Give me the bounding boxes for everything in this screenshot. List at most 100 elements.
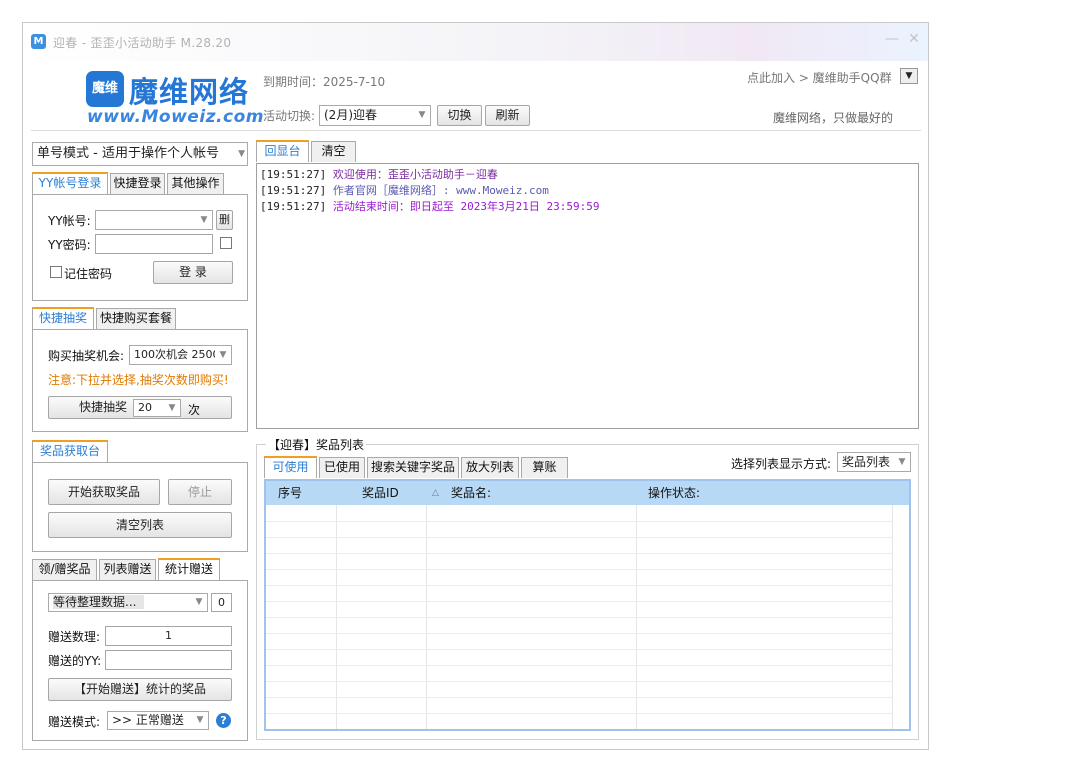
start-fetch-button[interactable]: 开始获取奖品: [48, 479, 160, 505]
close-button[interactable]: ✕: [905, 30, 923, 48]
table-row: [266, 601, 909, 602]
login-button[interactable]: 登 录: [153, 261, 233, 284]
tab-other-ops[interactable]: 其他操作: [167, 173, 224, 194]
tab-stat-gift[interactable]: 统计赠送: [158, 558, 220, 580]
chevron-down-icon: ▼: [196, 211, 212, 229]
gift-tabbar: 领/赠奖品 列表赠送 统计赠送: [32, 558, 248, 580]
wait-data-value: 等待整理数据...: [53, 595, 145, 609]
logo-text: 魔维网络: [129, 75, 250, 109]
delete-account-button[interactable]: 删: [216, 210, 233, 230]
gift-mode-select[interactable]: >> 正常赠送 ▼: [107, 711, 209, 730]
log-time: [19:51:27]: [260, 184, 327, 197]
table-row: [266, 617, 909, 618]
log-message: 活动结束时间：即日起至 2023年3月21日 23:59:59: [332, 200, 600, 213]
table-scrollbar[interactable]: [892, 505, 909, 729]
tab-enlarge-list[interactable]: 放大列表: [461, 457, 519, 478]
column-status[interactable]: 操作状态:: [648, 481, 700, 505]
tab-list-gift[interactable]: 列表赠送: [99, 559, 156, 580]
chevron-down-icon: ▼: [191, 594, 207, 611]
table-row: [266, 697, 909, 698]
console-output[interactable]: [19:51:27] 欢迎使用：歪歪小活动助手－迎春 [19:51:27] 作者…: [256, 163, 919, 429]
buy-chance-select[interactable]: 100次机会 2500 ▼: [129, 345, 232, 365]
chevron-down-icon: ▼: [238, 149, 245, 159]
table-row: [266, 553, 909, 554]
draw-count-select[interactable]: 20 ▼: [133, 399, 181, 417]
chevron-down-icon: ▼: [215, 346, 231, 364]
clear-list-button[interactable]: 清空列表: [48, 512, 232, 538]
title-bar[interactable]: M 迎春 - 歪歪小活动助手 M.28.20 — ✕: [23, 23, 928, 61]
column-prize-id[interactable]: 奖品ID: [362, 481, 399, 505]
tab-yy-login[interactable]: YY帐号登录: [32, 172, 108, 194]
tab-used[interactable]: 已使用: [319, 457, 365, 478]
tab-receive-gift[interactable]: 领/赠奖品: [32, 559, 97, 580]
gift-quantity-input[interactable]: 1: [105, 626, 232, 646]
account-input[interactable]: ▼: [95, 210, 213, 230]
refresh-button[interactable]: 刷新: [485, 105, 530, 126]
table-row: [266, 713, 909, 714]
display-mode-select[interactable]: 奖品列表 ▼: [837, 452, 911, 472]
password-input[interactable]: [95, 234, 213, 254]
remember-password-checkbox[interactable]: [50, 266, 62, 278]
display-mode-label: 选择列表显示方式:: [731, 457, 832, 471]
gift-yy-label: 赠送的YY:: [48, 654, 102, 668]
sort-icon: △: [432, 488, 439, 498]
draw-tabbar: 快捷抽奖 快捷购买套餐: [32, 307, 248, 329]
tab-accounting[interactable]: 算账: [521, 457, 568, 478]
password-label: YY密码:: [48, 238, 91, 252]
show-password-checkbox[interactable]: [220, 237, 232, 249]
log-time: [19:51:27]: [260, 168, 327, 181]
tab-usable[interactable]: 可使用: [264, 456, 317, 478]
stop-button[interactable]: 停止: [168, 479, 232, 505]
start-gift-button[interactable]: 【开始赠送】统计的奖品: [48, 678, 232, 701]
tab-prize-fetch[interactable]: 奖品获取台: [32, 440, 108, 462]
gift-mode-label: 赠送模式:: [48, 715, 101, 729]
wait-count: 0: [211, 593, 232, 612]
mode-select[interactable]: 单号模式 - 适用于操作个人帐号 ▼: [32, 142, 248, 166]
display-mode-value: 奖品列表: [842, 455, 891, 469]
log-line: [19:51:27] 欢迎使用：歪歪小活动助手－迎春: [260, 167, 915, 183]
activity-switch-label: 活动切换:: [263, 109, 316, 123]
gift-yy-input[interactable]: [105, 650, 232, 670]
tab-quick-buy[interactable]: 快捷购买套餐: [96, 308, 176, 329]
table-row: [266, 633, 909, 634]
tab-quick-login[interactable]: 快捷登录: [110, 173, 165, 194]
table-row: [266, 569, 909, 570]
gift-panel: 等待整理数据... ▼ 0 赠送数理: 1 赠送的YY: 【开始赠送】统计的奖品…: [32, 580, 248, 741]
tab-search-keyword[interactable]: 搜索关键字奖品: [367, 457, 459, 478]
help-icon[interactable]: ?: [216, 713, 231, 728]
draw-count-value: 20: [138, 401, 152, 414]
chevron-down-icon: ▼: [894, 453, 910, 471]
mode-select-value: 单号模式 - 适用于操作个人帐号: [37, 146, 219, 161]
gift-mode-value: >> 正常赠送: [112, 713, 184, 727]
window-title: 迎春 - 歪歪小活动助手 M.28.20: [53, 36, 232, 50]
logo-icon: 魔维: [86, 71, 124, 107]
prize-table[interactable]: 序号 奖品ID △ 奖品名: 操作状态:: [264, 479, 911, 731]
activity-select[interactable]: (2月)迎春 ▼: [319, 105, 431, 126]
app-icon: M: [31, 34, 46, 49]
log-line: [19:51:27] 活动结束时间：即日起至 2023年3月21日 23:59:…: [260, 199, 915, 215]
column-prize-name[interactable]: 奖品名:: [451, 481, 491, 505]
table-row: [266, 521, 909, 522]
tab-console[interactable]: 回显台: [256, 140, 309, 162]
tab-clear-console[interactable]: 清空: [311, 141, 356, 162]
console-tabbar: 回显台 清空: [256, 140, 556, 162]
qq-group-link[interactable]: 点此加入 > 魔维助手QQ群: [747, 69, 892, 86]
activity-select-value: (2月)迎春: [324, 108, 377, 122]
prize-fetch-panel: 开始获取奖品 停止 清空列表: [32, 462, 248, 552]
logo-url[interactable]: www.Moweiz.com: [87, 107, 264, 127]
tab-quick-draw[interactable]: 快捷抽奖: [32, 307, 94, 329]
minimize-button[interactable]: —: [883, 30, 901, 48]
buy-chance-value: 100次机会 2500: [134, 348, 220, 361]
log-line: [19:51:27] 作者官网［魔维网络］: www.Moweiz.com: [260, 183, 915, 199]
qq-dropdown-button[interactable]: ▼: [900, 68, 918, 84]
table-row: [266, 665, 909, 666]
gift-quantity-label: 赠送数理:: [48, 630, 101, 644]
switch-button[interactable]: 切换: [437, 105, 482, 126]
prize-list-title: 【迎春】奖品列表: [266, 436, 367, 453]
wait-data-select[interactable]: 等待整理数据... ▼: [48, 593, 208, 612]
buy-chance-label: 购买抽奖机会:: [48, 349, 125, 363]
log-message: 作者官网［魔维网络］: www.Moweiz.com: [332, 184, 549, 197]
prize-fetch-tabbar: 奖品获取台: [32, 440, 248, 462]
slogan: 魔维网络，只做最好的: [773, 111, 894, 125]
column-index[interactable]: 序号: [278, 481, 302, 505]
